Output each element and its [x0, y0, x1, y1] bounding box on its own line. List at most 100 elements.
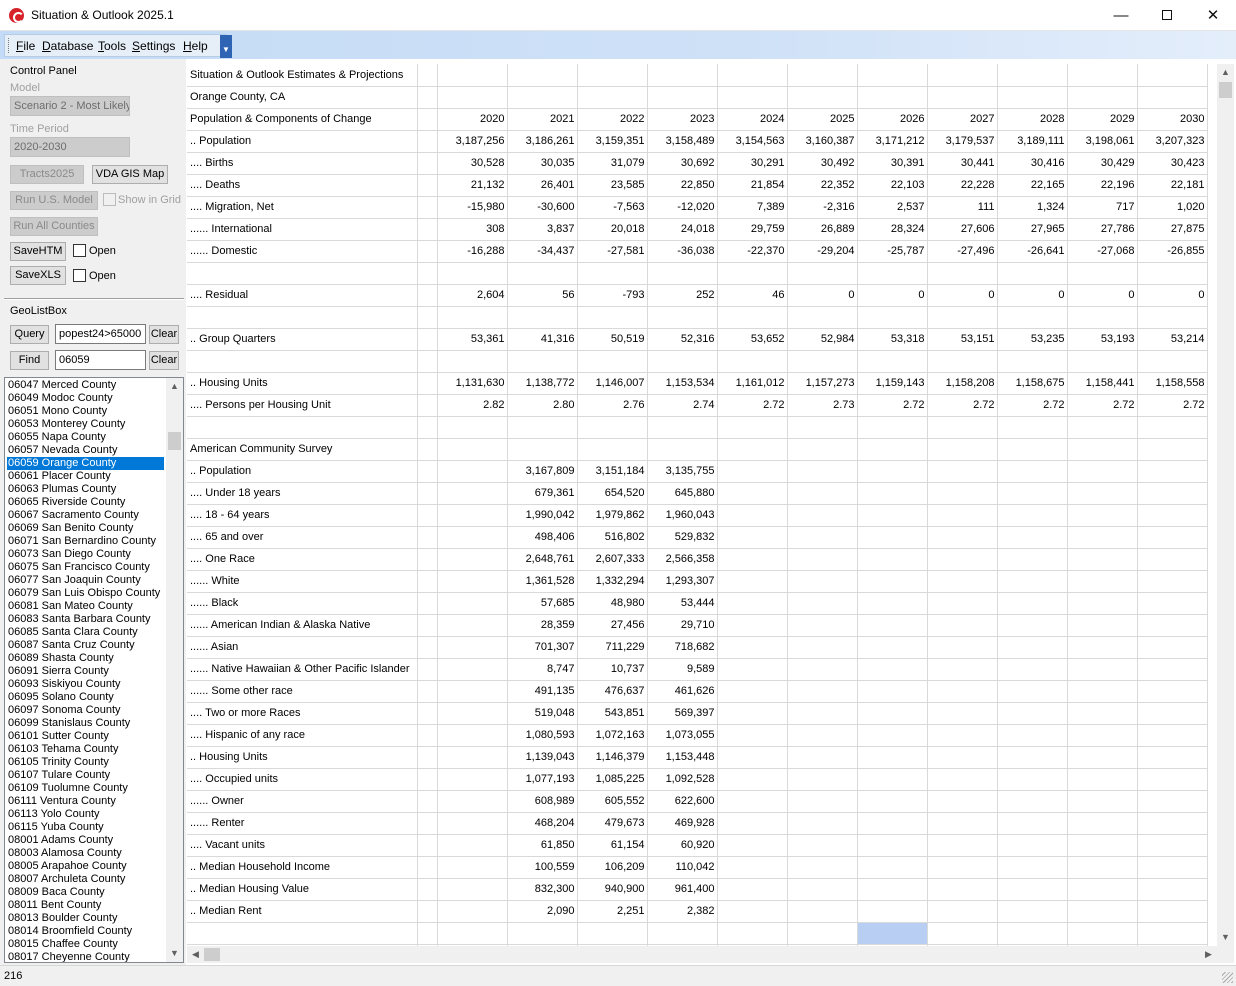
grid-cell[interactable]: 2020 [437, 108, 508, 131]
grid-cell[interactable] [717, 526, 788, 549]
grid-cell[interactable]: 22,165 [997, 174, 1068, 197]
geo-list-item[interactable]: 06099 Stanislaus County [7, 717, 164, 730]
geo-list-item[interactable]: 06109 Tuolumne County [7, 782, 164, 795]
grid-cell[interactable]: 61,850 [507, 834, 578, 857]
grid-cell[interactable] [997, 746, 1068, 769]
grid-cell[interactable] [717, 658, 788, 681]
grid-cell[interactable] [417, 438, 438, 461]
grid-cell[interactable] [997, 306, 1068, 329]
grid-row-label[interactable]: ...... Renter [187, 812, 418, 835]
grid-row-label[interactable]: .. Median Household Income [187, 856, 418, 879]
grid-cell[interactable] [417, 548, 438, 571]
geo-list-item[interactable]: 08013 Boulder County [7, 912, 164, 925]
grid-cell[interactable] [717, 768, 788, 791]
grid-cell[interactable]: -22,370 [717, 240, 788, 263]
grid-cell[interactable] [787, 526, 858, 549]
menu-file[interactable]: File [16, 39, 35, 53]
grid-cell[interactable] [787, 570, 858, 593]
geo-list-item[interactable]: 06079 San Luis Obispo County [7, 587, 164, 600]
grid-cell[interactable]: 26,889 [787, 218, 858, 241]
grid-cell[interactable] [577, 350, 648, 373]
grid-cell[interactable] [857, 306, 928, 329]
grid-cell[interactable] [857, 86, 928, 109]
grid-cell[interactable] [927, 922, 998, 945]
save-xls-button[interactable]: SaveXLS [10, 266, 66, 285]
grid-cell[interactable] [857, 438, 928, 461]
run-all-counties-button[interactable]: Run All Counties [10, 217, 98, 236]
grid-cell[interactable] [927, 438, 998, 461]
grid-cell[interactable]: 1,153,534 [647, 372, 718, 395]
grid-cell[interactable] [787, 482, 858, 505]
grid-cell[interactable] [647, 922, 718, 945]
grid-cell[interactable] [577, 306, 648, 329]
grid-cell[interactable] [997, 570, 1068, 593]
grid-cell[interactable] [1137, 658, 1208, 681]
grid-cell[interactable] [997, 592, 1068, 615]
grid-cell[interactable] [927, 614, 998, 637]
grid-cell[interactable] [647, 262, 718, 285]
grid-cell[interactable] [1067, 768, 1138, 791]
grid-cell[interactable] [857, 790, 928, 813]
grid-cell[interactable] [437, 592, 508, 615]
grid-cell[interactable] [927, 460, 998, 483]
grid-row-label[interactable]: .. Population [187, 130, 418, 153]
grid-cell[interactable]: 940,900 [577, 878, 648, 901]
grid-cell[interactable]: 961,400 [647, 878, 718, 901]
grid-cell[interactable] [417, 504, 438, 527]
grid-cell[interactable]: 1,158,675 [997, 372, 1068, 395]
minimize-button[interactable]: — [1098, 0, 1144, 31]
grid-cell[interactable]: 30,528 [437, 152, 508, 175]
grid-row-label[interactable]: ...... Owner [187, 790, 418, 813]
grid-cell[interactable] [857, 812, 928, 835]
grid-cell[interactable] [997, 812, 1068, 835]
grid-cell[interactable] [997, 482, 1068, 505]
grid-cell[interactable]: 3,837 [507, 218, 578, 241]
grid-cell[interactable] [417, 394, 438, 417]
grid-cell[interactable]: -36,038 [647, 240, 718, 263]
grid-cell[interactable] [647, 86, 718, 109]
grid-cell[interactable] [417, 680, 438, 703]
grid-cell[interactable]: 605,552 [577, 790, 648, 813]
grid-cell[interactable]: 30,291 [717, 152, 788, 175]
geo-list-item[interactable]: 06049 Modoc County [7, 392, 164, 405]
grid-cell[interactable] [1067, 504, 1138, 527]
grid-cell[interactable] [927, 878, 998, 901]
geo-list-item[interactable]: 06087 Santa Cruz County [7, 639, 164, 652]
grid-cell[interactable]: 2.73 [787, 394, 858, 417]
save-htm-button[interactable]: SaveHTM [10, 242, 66, 261]
grid-cell[interactable] [787, 592, 858, 615]
grid-cell[interactable]: 9,589 [647, 658, 718, 681]
grid-cell[interactable] [927, 548, 998, 571]
grid-cell[interactable] [717, 482, 788, 505]
grid-cell[interactable] [717, 350, 788, 373]
grid-cell[interactable]: 53,652 [717, 328, 788, 351]
grid-cell[interactable] [1067, 878, 1138, 901]
geo-list-item[interactable]: 06093 Siskiyou County [7, 678, 164, 691]
grid-cell[interactable] [717, 702, 788, 725]
grid-cell[interactable]: 22,850 [647, 174, 718, 197]
grid-cell[interactable]: 3,167,809 [507, 460, 578, 483]
grid-cell[interactable] [717, 86, 788, 109]
grid-cell[interactable] [717, 416, 788, 439]
grid-row-label[interactable]: ...... International [187, 218, 418, 241]
grid-cell[interactable]: 1,085,225 [577, 768, 648, 791]
grid-cell[interactable]: 2.76 [577, 394, 648, 417]
grid-cell[interactable] [1067, 812, 1138, 835]
grid-cell[interactable] [1067, 702, 1138, 725]
grid-cell[interactable] [1067, 922, 1138, 945]
grid-cell[interactable]: 1,138,772 [507, 372, 578, 395]
grid-cell[interactable]: 57,685 [507, 592, 578, 615]
grid-cell[interactable]: 679,361 [507, 482, 578, 505]
grid-cell[interactable]: 2022 [577, 108, 648, 131]
grid-cell[interactable] [437, 790, 508, 813]
grid-cell[interactable]: 30,492 [787, 152, 858, 175]
grid-cell[interactable]: 1,332,294 [577, 570, 648, 593]
grid-cell[interactable] [857, 702, 928, 725]
grid-cell[interactable] [437, 350, 508, 373]
grid-cell[interactable]: -27,496 [927, 240, 998, 263]
grid-cell[interactable]: 1,361,528 [507, 570, 578, 593]
grid-cell[interactable] [857, 64, 928, 87]
grid-cell[interactable] [1137, 548, 1208, 571]
grid-cell[interactable] [717, 592, 788, 615]
grid-cell[interactable] [927, 504, 998, 527]
